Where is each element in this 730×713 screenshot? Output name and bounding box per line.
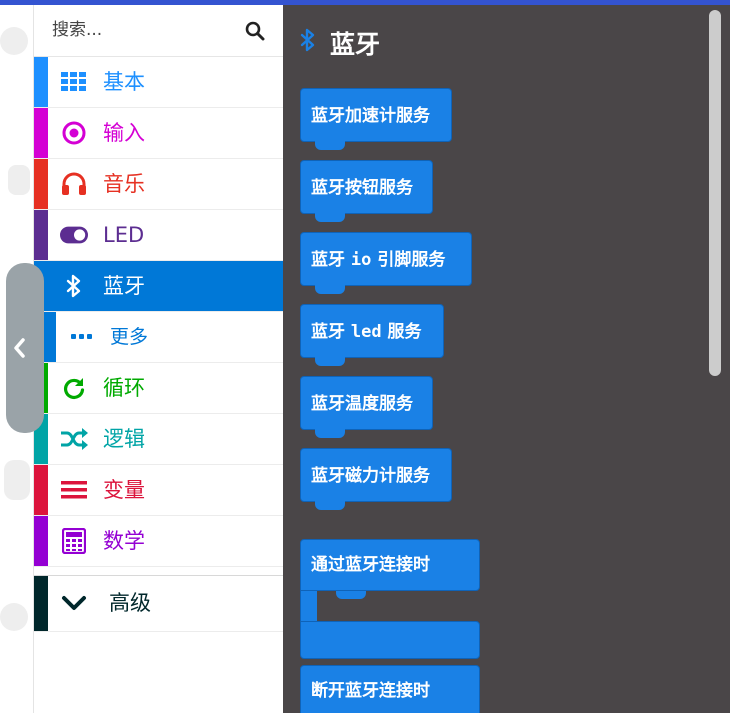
workspace-ghost-shape — [8, 165, 30, 195]
category-label: 变量 — [103, 478, 145, 502]
category-label: 更多 — [110, 326, 149, 348]
block-label: 通过蓝牙连接时 — [311, 555, 430, 575]
on-bluetooth-connected-block[interactable]: 通过蓝牙连接时 — [300, 539, 480, 659]
category-label: 循环 — [103, 376, 145, 400]
block-notch — [315, 141, 345, 150]
category-label: 逻辑 — [103, 427, 145, 451]
workspace-ghost-shape — [0, 27, 28, 55]
grid-icon — [60, 69, 88, 95]
bluetooth-magnetometer-service-block[interactable]: 蓝牙磁力计服务 — [300, 448, 452, 510]
bluetooth-button-service-block[interactable]: 蓝牙按钮服务 — [300, 160, 433, 222]
category-label: 输入 — [103, 121, 145, 145]
category-label: LED — [103, 223, 145, 247]
event-block-lip — [300, 591, 317, 621]
block-notch — [315, 285, 345, 294]
collapse-toolbox-button[interactable] — [6, 263, 44, 433]
workspace-ghost-shape — [0, 603, 28, 631]
more-dots-icon — [68, 324, 96, 350]
category-label: 音乐 — [103, 172, 145, 196]
category-color-bar — [34, 465, 48, 515]
chevron-down-icon — [60, 590, 88, 616]
bluetooth-icon — [300, 28, 315, 52]
category-color-bar — [34, 159, 48, 209]
block-notch — [315, 213, 345, 222]
block-label: 蓝牙温度服务 — [311, 394, 413, 414]
block-label: 蓝牙加速计服务 — [311, 106, 430, 126]
block-notch — [315, 501, 345, 510]
event-block-header: 通过蓝牙连接时 — [300, 539, 480, 591]
toolbox-category-math[interactable]: 数学 — [34, 516, 283, 567]
event-block-statement-slot — [300, 591, 480, 621]
block-label: 断开蓝牙连接时 — [311, 681, 430, 701]
event-block-footer — [300, 621, 480, 659]
on-bluetooth-disconnected-block[interactable]: 断开蓝牙连接时 — [300, 665, 480, 713]
headphones-icon — [60, 171, 88, 197]
toolbox: 基本 输入 音乐 — [33, 5, 283, 713]
bluetooth-icon — [60, 273, 88, 299]
toolbox-category-led[interactable]: LED — [34, 210, 283, 261]
block-label-suffix: 引脚服务 — [371, 250, 446, 270]
category-label: 基本 — [103, 70, 145, 94]
bluetooth-accelerometer-service-block[interactable]: 蓝牙加速计服务 — [300, 88, 452, 150]
list-bars-icon — [60, 477, 88, 503]
bluetooth-led-service-block[interactable]: 蓝牙 led 服务 — [300, 304, 444, 366]
workspace-ghost-shape — [4, 460, 30, 500]
search-box — [34, 5, 283, 57]
bluetooth-io-pin-service-block[interactable]: 蓝牙 io 引脚服务 — [300, 232, 472, 294]
block-label-code: led — [350, 322, 382, 342]
block-label-prefix: 蓝牙 — [311, 250, 351, 270]
toolbox-subcategory-more[interactable]: 更多 — [34, 312, 283, 363]
block-notch — [315, 429, 345, 438]
toolbox-category-music[interactable]: 音乐 — [34, 159, 283, 210]
toggle-icon — [60, 222, 88, 248]
chevron-left-icon — [14, 338, 25, 358]
search-icon[interactable] — [245, 21, 265, 41]
category-color-bar — [34, 576, 48, 631]
category-color-bar — [34, 57, 48, 107]
flyout-scrollbar[interactable] — [709, 10, 721, 376]
toolbox-category-loops[interactable]: 循环 — [34, 363, 283, 414]
block-label-prefix: 蓝牙 — [311, 322, 351, 342]
refresh-icon — [60, 375, 88, 401]
target-circle-icon — [60, 120, 88, 146]
category-color-bar — [34, 108, 48, 158]
block-label-suffix: 服务 — [381, 322, 422, 342]
calculator-icon — [60, 528, 88, 554]
category-color-bar — [34, 516, 48, 566]
block-notch — [315, 357, 345, 366]
bluetooth-temperature-service-block[interactable]: 蓝牙温度服务 — [300, 376, 433, 438]
toolbox-category-input[interactable]: 输入 — [34, 108, 283, 159]
block-label: 蓝牙按钮服务 — [311, 178, 413, 198]
block-label-code: io — [350, 250, 372, 270]
block-notch — [336, 591, 366, 599]
category-label: 蓝牙 — [103, 274, 145, 298]
category-color-bar — [34, 210, 48, 260]
toolbox-category-variables[interactable]: 变量 — [34, 465, 283, 516]
toolbox-category-logic[interactable]: 逻辑 — [34, 414, 283, 465]
toolbox-category-advanced[interactable]: 高级 — [34, 576, 283, 632]
toolbox-category-basic[interactable]: 基本 — [34, 57, 283, 108]
toolbox-separator — [34, 567, 283, 576]
toolbox-category-bluetooth[interactable]: 蓝牙 — [34, 261, 283, 312]
event-block-header: 断开蓝牙连接时 — [300, 665, 480, 713]
category-label: 高级 — [109, 591, 151, 615]
category-label: 数学 — [103, 529, 145, 553]
flyout-title: 蓝牙 — [330, 30, 381, 59]
search-input[interactable] — [52, 18, 242, 42]
block-label: 蓝牙磁力计服务 — [311, 466, 430, 486]
shuffle-icon — [60, 426, 88, 452]
blocks-flyout: 蓝牙 蓝牙加速计服务 蓝牙按钮服务 蓝牙 io 引脚服务 蓝牙 led 服务 蓝… — [282, 5, 730, 713]
